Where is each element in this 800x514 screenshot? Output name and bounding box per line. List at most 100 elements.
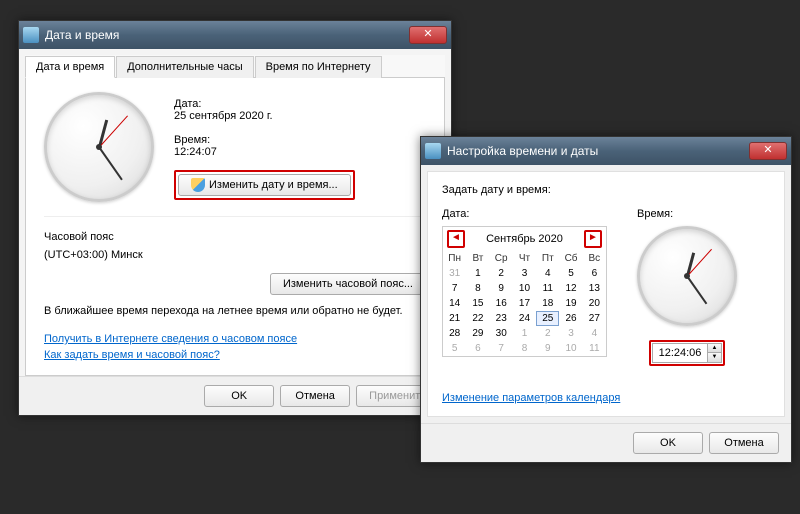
calendar-day[interactable]: 4	[583, 326, 606, 341]
calendar-dow: Вс	[583, 251, 606, 266]
tab-additional-clocks[interactable]: Дополнительные часы	[116, 56, 253, 78]
analog-clock	[44, 92, 154, 202]
dialog-buttons-2: OK Отмена	[421, 423, 791, 462]
timezone-info-link[interactable]: Получить в Интернете сведения о часовом …	[44, 333, 297, 345]
date-label: Дата:	[174, 98, 426, 110]
calendar-dow: Чт	[513, 251, 536, 266]
calendar-day[interactable]: 2	[490, 266, 513, 281]
timezone-header: Часовой пояс	[44, 231, 426, 243]
calendar-day[interactable]: 29	[466, 326, 489, 341]
calendar: ◄ Сентябрь 2020 ► ПнВтСрЧтПтСбВс 3112345…	[442, 226, 607, 357]
ok-button[interactable]: OK	[204, 385, 274, 407]
calendar-day[interactable]: 21	[443, 311, 466, 326]
calendar-day[interactable]: 5	[559, 266, 582, 281]
spinner-down[interactable]: ▼	[708, 353, 721, 362]
calendar-day[interactable]: 7	[490, 341, 513, 356]
calendar-dow: Пт	[536, 251, 559, 266]
calendar-dow: Пн	[443, 251, 466, 266]
calendar-day[interactable]: 26	[559, 311, 582, 326]
tab-strip: Дата и время Дополнительные часы Время п…	[25, 55, 445, 78]
calendar-day[interactable]: 22	[466, 311, 489, 326]
cancel-button-2[interactable]: Отмена	[709, 432, 779, 454]
calendar-day[interactable]: 31	[443, 266, 466, 281]
calendar-day[interactable]: 25	[536, 311, 559, 326]
calendar-day[interactable]: 10	[513, 281, 536, 296]
calendar-day[interactable]: 11	[583, 341, 606, 356]
app-icon	[425, 143, 441, 159]
time-input[interactable]: ▲ ▼	[652, 343, 722, 363]
time-label: Время:	[174, 134, 426, 146]
calendar-day[interactable]: 12	[559, 281, 582, 296]
calendar-day[interactable]: 1	[466, 266, 489, 281]
calendar-day[interactable]: 5	[443, 341, 466, 356]
calendar-day[interactable]: 6	[583, 266, 606, 281]
calendar-dow: Ср	[490, 251, 513, 266]
calendar-day[interactable]: 13	[583, 281, 606, 296]
calendar-title: Сентябрь 2020	[486, 233, 563, 245]
calendar-settings-link[interactable]: Изменение параметров календаря	[442, 392, 620, 404]
time-value: 12:24:07	[174, 146, 426, 158]
calendar-day[interactable]: 16	[490, 296, 513, 311]
time-field[interactable]	[653, 346, 707, 360]
change-date-time-button[interactable]: Изменить дату и время...	[178, 174, 351, 196]
calendar-day[interactable]: 3	[559, 326, 582, 341]
highlight-change-datetime: Изменить дату и время...	[174, 170, 355, 200]
time-label-2: Время:	[637, 208, 737, 220]
datetime-settings-window: Настройка времени и даты ✕ Задать дату и…	[420, 136, 792, 463]
highlight-time-spinner: ▲ ▼	[649, 340, 725, 366]
dst-info: В ближайшее время перехода на летнее вре…	[44, 305, 426, 317]
close-button[interactable]: ✕	[409, 26, 447, 44]
tab-internet-time[interactable]: Время по Интернету	[255, 56, 382, 78]
calendar-day[interactable]: 2	[536, 326, 559, 341]
calendar-day[interactable]: 4	[536, 266, 559, 281]
calendar-dow: Сб	[559, 251, 582, 266]
window-title-2: Настройка времени и даты	[447, 144, 749, 158]
calendar-day[interactable]: 17	[513, 296, 536, 311]
titlebar[interactable]: Дата и время ✕	[19, 21, 451, 49]
highlight-next-month: ►	[584, 230, 602, 248]
app-icon	[23, 27, 39, 43]
calendar-day[interactable]: 18	[536, 296, 559, 311]
timezone-value: (UTC+03:00) Минск	[44, 249, 426, 261]
calendar-day[interactable]: 23	[490, 311, 513, 326]
date-label-2: Дата:	[442, 208, 607, 220]
calendar-day[interactable]: 8	[466, 281, 489, 296]
calendar-day[interactable]: 7	[443, 281, 466, 296]
calendar-day[interactable]: 24	[513, 311, 536, 326]
calendar-day[interactable]: 14	[443, 296, 466, 311]
tab-date-time[interactable]: Дата и время	[25, 56, 115, 78]
next-month-button[interactable]: ►	[586, 232, 600, 246]
time-spinner[interactable]: ▲ ▼	[707, 344, 721, 362]
calendar-dow: Вт	[466, 251, 489, 266]
calendar-day[interactable]: 9	[536, 341, 559, 356]
howto-link[interactable]: Как задать время и часовой пояс?	[44, 349, 220, 361]
ok-button-2[interactable]: OK	[633, 432, 703, 454]
cancel-button[interactable]: Отмена	[280, 385, 350, 407]
calendar-day[interactable]: 28	[443, 326, 466, 341]
change-timezone-button[interactable]: Изменить часовой пояс...	[270, 273, 426, 295]
dialog-buttons: OK Отмена Применить	[19, 376, 451, 415]
prev-month-button[interactable]: ◄	[449, 232, 463, 246]
calendar-day[interactable]: 1	[513, 326, 536, 341]
highlight-prev-month: ◄	[447, 230, 465, 248]
calendar-day[interactable]: 9	[490, 281, 513, 296]
close-button-2[interactable]: ✕	[749, 142, 787, 160]
titlebar-2[interactable]: Настройка времени и даты ✕	[421, 137, 791, 165]
date-time-window: Дата и время ✕ Дата и время Дополнительн…	[18, 20, 452, 416]
calendar-day[interactable]: 3	[513, 266, 536, 281]
calendar-day[interactable]: 15	[466, 296, 489, 311]
calendar-day[interactable]: 8	[513, 341, 536, 356]
analog-clock-2	[637, 226, 737, 326]
date-value: 25 сентября 2020 г.	[174, 110, 426, 122]
calendar-day[interactable]: 19	[559, 296, 582, 311]
set-datetime-header: Задать дату и время:	[442, 184, 770, 196]
calendar-day[interactable]: 6	[466, 341, 489, 356]
window-title: Дата и время	[45, 28, 409, 42]
calendar-day[interactable]: 30	[490, 326, 513, 341]
calendar-day[interactable]: 27	[583, 311, 606, 326]
calendar-day[interactable]: 10	[559, 341, 582, 356]
calendar-day[interactable]: 11	[536, 281, 559, 296]
spinner-up[interactable]: ▲	[708, 344, 721, 353]
shield-icon	[191, 178, 205, 192]
calendar-day[interactable]: 20	[583, 296, 606, 311]
